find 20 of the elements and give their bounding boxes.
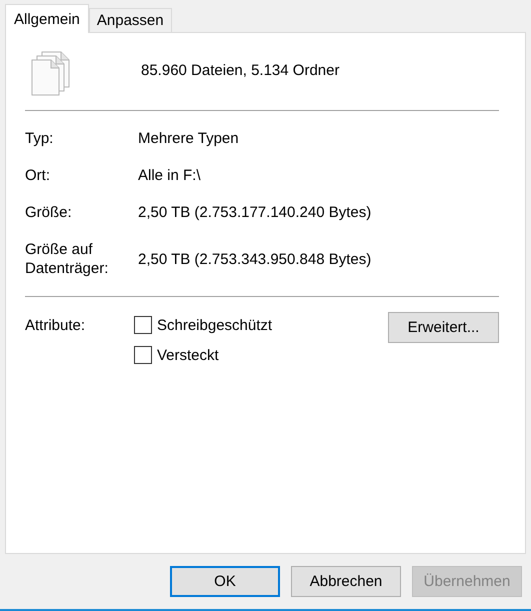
property-label: Typ: bbox=[25, 129, 54, 148]
property-value: Mehrere Typen bbox=[138, 130, 240, 147]
property-label: Ort: bbox=[25, 166, 51, 185]
tab[interactable]: Allgemein bbox=[5, 4, 89, 33]
files-icon bbox=[31, 50, 71, 96]
property-label: Größe auf Datenträger: bbox=[25, 240, 110, 278]
advanced-button[interactable]: Erweitert... bbox=[388, 312, 499, 343]
checkbox-label: Versteckt bbox=[157, 346, 219, 364]
property-value: Alle in F:\ bbox=[138, 167, 202, 184]
dialog-button[interactable]: OK bbox=[170, 566, 280, 597]
tab[interactable]: Anpassen bbox=[88, 8, 172, 32]
summary-text: 85.960 Dateien, 5.134 Ordner bbox=[141, 62, 340, 79]
attributes-label: Attribute: bbox=[25, 316, 86, 335]
checkbox[interactable] bbox=[134, 316, 152, 334]
dialog-button[interactable]: Abbrechen bbox=[291, 566, 401, 597]
checkbox-label: Schreibgeschützt bbox=[157, 316, 272, 334]
property-value: 2,50 TB (2.753.177.140.240 Bytes) bbox=[138, 204, 372, 221]
property-value: 2,50 TB (2.753.343.950.848 Bytes) bbox=[138, 250, 372, 268]
checkbox[interactable] bbox=[134, 346, 152, 364]
property-label: Größe: bbox=[25, 203, 73, 222]
